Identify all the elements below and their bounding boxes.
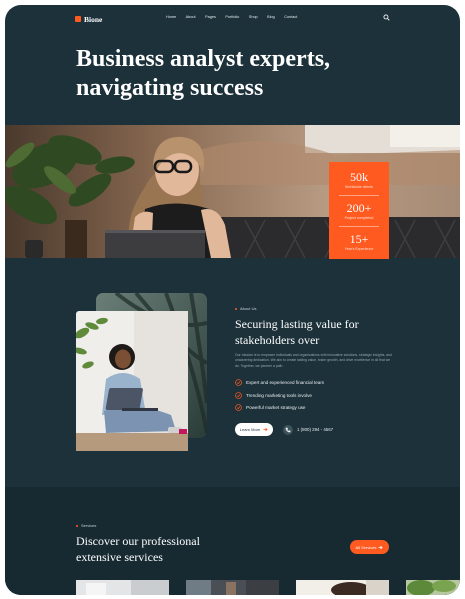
all-services-button[interactable]: All Services	[350, 540, 389, 554]
hero-title: Business analyst experts, navigating suc…	[76, 45, 406, 103]
feature-label: Powerful market strategy use	[246, 405, 306, 410]
hero-title-line-2: navigating success	[76, 75, 264, 101]
services-title: Discover our professional extensive serv…	[76, 533, 256, 565]
feature-label: Expert and experienced financial team	[246, 380, 325, 385]
stat-divider	[339, 195, 379, 196]
check-circle-icon	[235, 392, 242, 399]
feature-item: Trending marketing tools involve	[235, 392, 312, 399]
services-title-line-1: Discover our professional	[76, 534, 200, 548]
services-kicker: Services	[76, 523, 96, 528]
stat-projects: 200+ Project completed	[329, 202, 389, 221]
stat-clients: 50k Worldwide clients	[329, 171, 389, 190]
learn-more-label: Learn More	[239, 427, 261, 432]
arrow-right-icon	[378, 545, 384, 549]
stat-label: Project completed	[344, 216, 374, 220]
service-card-image[interactable]	[296, 580, 389, 595]
nav-item-shop[interactable]: Shop	[249, 15, 258, 19]
kicker-dot-icon	[235, 307, 237, 310]
learn-more-button[interactable]: Learn More	[235, 423, 273, 436]
page-frame: Bione Home About Pages Portfolio Shop Bl…	[5, 5, 460, 595]
stat-value: 15+	[349, 232, 369, 246]
stats-card: 50k Worldwide clients 200+ Project compl…	[329, 162, 389, 259]
nav-item-home[interactable]: Home	[166, 15, 176, 19]
stat-value: 200+	[346, 201, 372, 215]
feature-item: Powerful market strategy use	[235, 404, 306, 411]
services-kicker-label: Services	[81, 523, 97, 528]
stat-experience: 15+ Year's Experience	[329, 233, 389, 252]
nav-item-blog[interactable]: Blog	[267, 15, 275, 19]
nav-menu: Home About Pages Portfolio Shop Blog Con…	[166, 15, 297, 19]
logo[interactable]: Bione	[75, 13, 102, 25]
stat-divider	[339, 226, 379, 227]
nav-item-contact[interactable]: Contact	[284, 15, 297, 19]
phone-contact[interactable]: 1 (800) 294 - 4567	[283, 423, 333, 436]
nav-item-about[interactable]: About	[186, 15, 196, 19]
check-circle-icon	[235, 379, 242, 386]
stat-label: Worldwide clients	[345, 185, 373, 189]
all-services-label: All Services	[355, 544, 377, 550]
search-icon[interactable]	[383, 14, 390, 21]
about-title-line-1: Securing lasting value for	[235, 317, 359, 331]
service-card-image[interactable]	[406, 580, 460, 595]
services-title-line-2: extensive services	[76, 550, 163, 564]
service-card-image[interactable]	[186, 580, 279, 595]
about-description: Our mission is to empower individuals an…	[235, 353, 392, 368]
about-kicker: About Us	[235, 306, 256, 311]
feature-label: Trending marketing tools involve	[246, 393, 312, 398]
feature-item: Expert and experienced financial team	[235, 379, 324, 386]
hero-image	[5, 125, 460, 258]
hero-title-line-1: Business analyst experts,	[76, 46, 331, 72]
stat-label: Year's Experience	[344, 247, 374, 251]
check-circle-icon	[235, 404, 242, 411]
stat-value: 50k	[350, 170, 368, 184]
about-image	[76, 293, 207, 451]
arrow-right-icon	[263, 427, 268, 432]
logo-mark-icon	[75, 16, 81, 22]
kicker-dot-icon	[76, 524, 78, 527]
phone-number: 1 (800) 294 - 4567	[297, 427, 334, 432]
about-kicker-label: About Us	[240, 306, 257, 311]
top-nav: Bione Home About Pages Portfolio Shop Bl…	[5, 5, 460, 31]
logo-text: Bione	[84, 14, 103, 24]
nav-item-pages[interactable]: Pages	[205, 15, 216, 19]
service-card-image[interactable]	[76, 580, 169, 595]
about-title: Securing lasting value for stakeholders …	[235, 316, 405, 348]
nav-item-portfolio[interactable]: Portfolio	[225, 15, 239, 19]
phone-icon	[283, 424, 293, 435]
about-title-line-2: stakeholders over	[235, 333, 320, 347]
